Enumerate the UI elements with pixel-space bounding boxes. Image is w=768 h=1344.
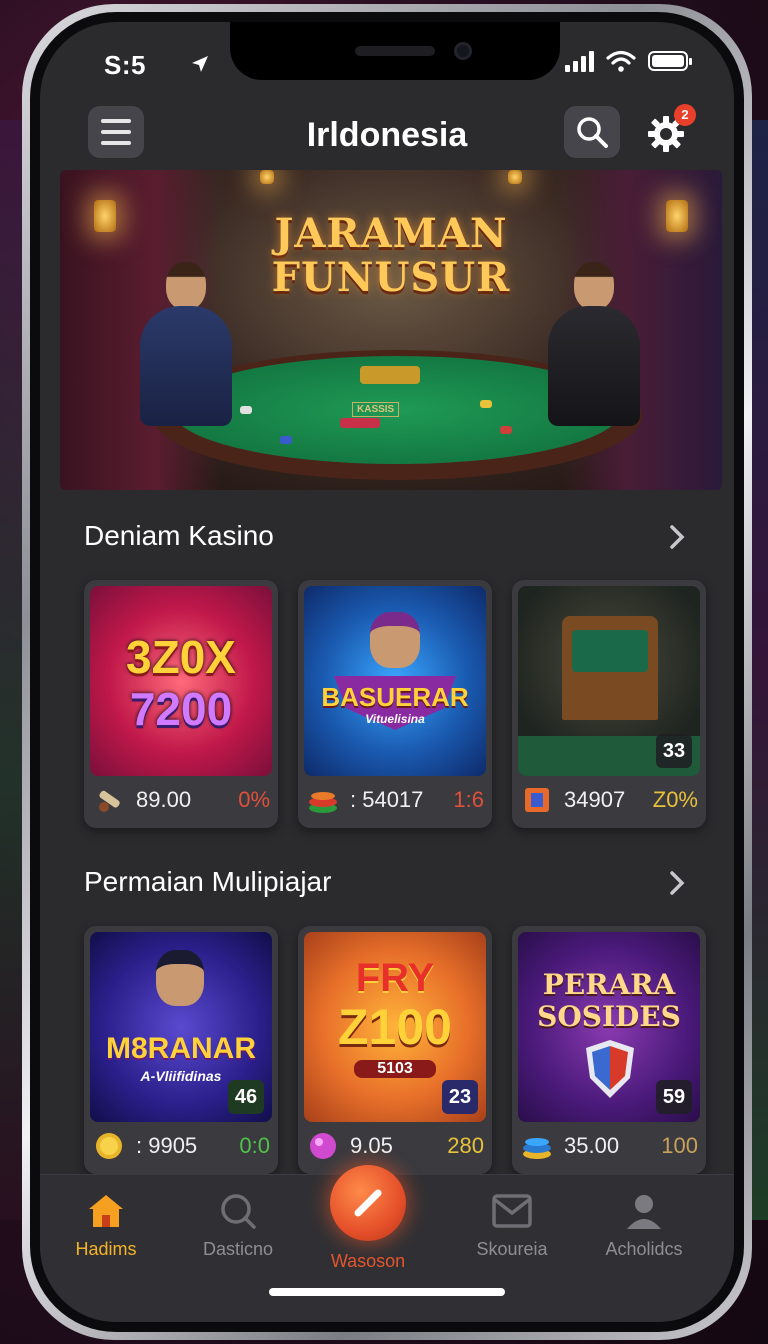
game-stat: 100 [661,1133,698,1158]
cannon-icon [92,783,126,817]
nav-label: Skoureia [476,1239,548,1259]
game-card[interactable]: BASUERAR Vituelisina : 54017 1:6 [298,580,492,828]
phone-frame: S:5 Irldonesia 2 JARAMAN FUNUSUR KASSIS … [22,4,752,1340]
game-card[interactable]: M8RANAR A-Vliifidinas 46 : 9905 0:0 [84,926,278,1174]
chip [500,426,512,434]
wifi-icon [606,50,636,72]
game-card[interactable]: PERARA SOSIDES 59 35.00 100 [512,926,706,1174]
card-icon [520,783,554,817]
player-count-badge: 59 [656,1080,692,1114]
signal-icon [565,50,594,72]
location-arrow-icon [192,56,208,72]
game-stat: 0:0 [239,1133,270,1158]
status-bar: S:5 [40,22,734,94]
gold-coin-icon [92,1129,126,1163]
search-icon [577,117,608,148]
search-icon [221,1194,256,1229]
nav-item-inbox[interactable]: Skoureia [452,1189,572,1260]
game-stat: 1:6 [453,787,484,812]
game-stat: 280 [447,1133,484,1158]
game-value: : 9905 [136,1133,198,1158]
front-camera [454,42,472,60]
game-stat: Z0% [652,787,698,812]
player-count-badge: 46 [228,1080,264,1114]
player-count-badge: 23 [442,1080,478,1114]
chip [340,418,380,428]
game-card[interactable]: FRY Z100 5103 23 9.05 280 [298,926,492,1174]
nav-label: Acholidcs [605,1239,683,1259]
section-more-button[interactable] [664,870,690,896]
hero-banner[interactable]: JARAMAN FUNUSUR KASSIS [60,170,722,490]
bottom-nav: Hadims Dasticno Wasoson Skoureia Acholid… [40,1165,734,1322]
shield-icon [586,1040,634,1098]
game-thumbnail: PERARA SOSIDES 59 [518,932,700,1122]
game-thumbnail: FRY Z100 5103 23 [304,932,486,1122]
section-title-deniam-kasino: Deniam Kasino [84,520,274,551]
chevron-right-icon [670,525,685,549]
gem-icon [306,1129,340,1163]
app-header: Irldonesia 2 [40,96,734,172]
search-button[interactable] [564,106,620,158]
chevron-right-icon [670,871,685,895]
section-title-permaian-mulipiajar: Permaian Mulipiajar [84,866,332,897]
page-title: Irldonesia [306,116,468,154]
game-stat: 0% [238,787,270,812]
chips-stack-icon [306,783,340,817]
chip [280,436,292,444]
game-value: 35.00 [564,1133,620,1158]
slash-icon [354,1189,382,1217]
game-value: 34907 [564,787,626,812]
status-time: S:5 [104,50,146,80]
chip-pile [360,366,420,384]
game-thumbnail: 33 [518,586,700,776]
nav-item-search[interactable]: Dasticno [178,1189,298,1260]
home-indicator[interactable] [269,1288,505,1296]
game-value: 9.05 [350,1133,393,1158]
player-left [130,262,240,432]
game-thumbnail: BASUERAR Vituelisina [304,586,486,776]
chip [240,406,252,414]
game-value: : 54017 [350,787,424,812]
user-icon [627,1195,661,1229]
nav-label: Wasoson [330,1251,406,1271]
home-icon [89,1195,123,1227]
notch [230,22,560,80]
nav-label: Dasticno [202,1239,274,1259]
player-count-badge: 33 [656,734,692,768]
player-right [538,262,648,432]
game-thumbnail: 3Z0X 7200 [90,586,272,776]
settings-button[interactable]: 2 [640,104,696,160]
nav-label: Hadims [75,1239,137,1259]
center-action-button[interactable] [330,1165,406,1241]
notification-badge: 2 [674,104,696,126]
section-more-button[interactable] [664,524,690,550]
screen: S:5 Irldonesia 2 JARAMAN FUNUSUR KASSIS … [40,22,734,1322]
nav-item-home[interactable]: Hadims [46,1189,166,1260]
chip [480,400,492,408]
game-thumbnail: M8RANAR A-Vliifidinas 46 [90,932,272,1122]
game-card[interactable]: 33 34907 Z0% [512,580,706,828]
game-value: 89.00 [136,787,192,812]
game-card[interactable]: 3Z0X 7200 89.00 0% [84,580,278,828]
blue-coins-icon [520,1129,554,1163]
battery-icon [648,51,692,71]
inbox-icon [492,1194,532,1228]
nav-item-profile[interactable]: Acholidcs [584,1189,704,1260]
table-label: KASSIS [352,402,400,417]
